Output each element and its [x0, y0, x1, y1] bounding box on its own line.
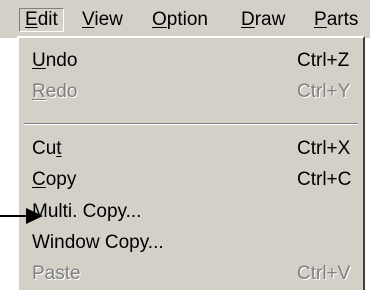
menu-edit-rest: dit: [37, 9, 58, 30]
menu-separator: [24, 123, 358, 125]
pointer-arrow-icon: [0, 208, 43, 224]
menu-edit-mnemonic: E: [25, 9, 38, 30]
redo-shortcut: Ctrl+Y: [297, 81, 351, 102]
copy-shortcut: Ctrl+C: [297, 169, 352, 190]
menu-view-rest: iew: [94, 9, 123, 30]
cut-mnemonic: t: [56, 138, 62, 159]
menu-item-window-copy[interactable]: Window Copy...: [32, 228, 352, 258]
menu-draw[interactable]: Draw: [237, 9, 289, 31]
menu-option-rest: ption: [166, 9, 208, 30]
menu-parts-rest: arts: [326, 9, 359, 30]
menu-view[interactable]: View: [78, 9, 127, 31]
menu-item-undo[interactable]: Undo Ctrl+Z: [32, 46, 352, 76]
redo-mnemonic: R: [32, 81, 46, 102]
undo-label-post: ndo: [45, 50, 78, 71]
edit-dropdown-menu: Undo Ctrl+Z Redo Ctrl+Y Cut Ctrl+X Copy …: [17, 36, 365, 290]
undo-mnemonic: U: [32, 50, 46, 71]
menu-edit[interactable]: Edit: [19, 8, 64, 32]
undo-shortcut: Ctrl+Z: [297, 50, 350, 71]
copy-mnemonic: C: [32, 169, 46, 190]
menu-view-mnemonic: V: [82, 9, 95, 30]
menu-option[interactable]: Option: [148, 9, 212, 31]
paste-shortcut: Ctrl+V: [297, 263, 351, 284]
menu-draw-rest: raw: [254, 9, 286, 30]
menu-parts-mnemonic: P: [314, 9, 327, 30]
menu-item-copy[interactable]: Copy Ctrl+C: [32, 165, 352, 195]
cut-label-pre: Cu: [32, 138, 57, 159]
redo-label-post: edo: [45, 81, 78, 102]
paste-label: Paste: [32, 263, 81, 284]
menu-option-mnemonic: O: [152, 9, 167, 30]
copy-label-post: opy: [45, 169, 77, 190]
window-copy-label: Window Copy...: [32, 232, 164, 253]
menu-item-cut[interactable]: Cut Ctrl+X: [32, 134, 352, 164]
menu-item-paste: Paste Ctrl+V: [32, 259, 352, 289]
cut-shortcut: Ctrl+X: [297, 138, 351, 159]
menu-item-redo: Redo Ctrl+Y: [32, 77, 352, 107]
menu-draw-mnemonic: D: [241, 9, 255, 30]
menu-bar: Edit View Option Draw Parts: [0, 0, 370, 38]
menu-parts[interactable]: Parts: [310, 9, 362, 31]
menu-item-multi-copy[interactable]: Multi. Copy...: [32, 197, 352, 227]
multi-copy-label: Multi. Copy...: [32, 201, 142, 222]
